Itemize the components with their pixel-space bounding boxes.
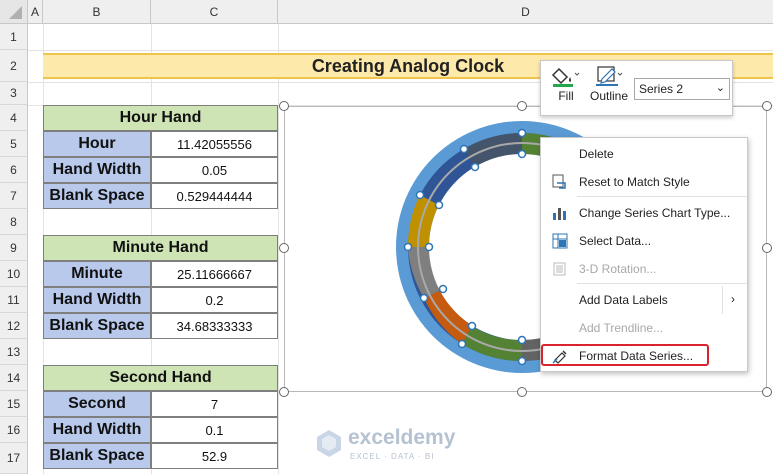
menu-item-change-chart-type[interactable]: Change Series Chart Type... — [541, 199, 747, 227]
chart-type-icon — [551, 204, 569, 222]
menu-item-delete[interactable]: Delete — [541, 140, 747, 168]
resize-handle-bottom-right[interactable] — [762, 387, 772, 397]
row-header-6[interactable]: 6 — [0, 157, 28, 183]
menu-item-label: Reset to Match Style — [579, 175, 690, 189]
outline-label: Outline — [589, 89, 629, 103]
menu-item-add-trendline[interactable]: Add Trendline... — [541, 314, 747, 342]
chevron-right-icon: › — [731, 292, 735, 306]
row-header-12[interactable]: 12 — [0, 313, 28, 339]
row-header-14[interactable]: 14 — [0, 365, 28, 391]
exceldemy-watermark: exceldemy EXCEL · DATA · BI — [314, 426, 474, 466]
select-data-icon — [551, 232, 569, 250]
row-header-1[interactable]: 1 — [0, 24, 28, 50]
row-header-16[interactable]: 16 — [0, 417, 28, 443]
hour-value[interactable]: 11.42055556 — [151, 131, 278, 157]
format-data-series-highlight — [541, 344, 709, 366]
resize-handle-bottom-left[interactable] — [279, 387, 289, 397]
resize-handle-top-left[interactable] — [279, 101, 289, 111]
row-header-7[interactable]: 7 — [0, 183, 28, 209]
resize-handle-top[interactable] — [517, 101, 527, 111]
hour-hand-width-value[interactable]: 0.05 — [151, 157, 278, 183]
row-header-3[interactable]: 3 — [0, 82, 28, 105]
menu-item-label: Change Series Chart Type... — [579, 206, 731, 220]
menu-item-add-data-labels[interactable]: Add Data Labels › — [541, 286, 747, 314]
second-hand-width-value[interactable]: 0.1 — [151, 417, 278, 443]
menu-item-label: 3-D Rotation... — [579, 262, 657, 276]
menu-item-reset-style[interactable]: Reset to Match Style — [541, 168, 747, 196]
row-header-10[interactable]: 10 — [0, 261, 28, 287]
row-header-15[interactable]: 15 — [0, 391, 28, 417]
hour-hand-header[interactable]: Hour Hand — [43, 105, 278, 131]
row-header-4[interactable]: 4 — [0, 105, 28, 131]
second-blank-space-value[interactable]: 52.9 — [151, 443, 278, 469]
3d-rotation-icon — [551, 260, 569, 278]
minute-value[interactable]: 25.11666667 — [151, 261, 278, 287]
row-header-11[interactable]: 11 — [0, 287, 28, 313]
row-header-17[interactable]: 17 — [0, 443, 28, 474]
row-header-13[interactable]: 13 — [0, 339, 28, 365]
mini-toolbar: Fill Outline Series 2 ⌄ — [540, 60, 733, 116]
gridline — [28, 50, 773, 51]
resize-handle-bottom[interactable] — [517, 387, 527, 397]
menu-item-label: Select Data... — [579, 234, 652, 248]
row-header-2[interactable]: 2 — [0, 50, 28, 82]
menu-item-label: Add Data Labels — [579, 293, 668, 307]
fill-button[interactable]: Fill — [549, 65, 583, 113]
minute-blank-space-label[interactable]: Blank Space — [43, 313, 151, 339]
resize-handle-left[interactable] — [279, 243, 289, 253]
menu-separator — [577, 196, 747, 197]
row-header-9[interactable]: 9 — [0, 235, 28, 261]
chevron-down-icon: ⌄ — [715, 82, 725, 94]
series-dropdown-value: Series 2 — [639, 82, 684, 96]
minute-hand-width-value[interactable]: 0.2 — [151, 287, 278, 313]
column-header-b[interactable]: B — [43, 0, 151, 24]
resize-handle-top-right[interactable] — [762, 101, 772, 111]
row-header-8[interactable]: 8 — [0, 209, 28, 235]
submenu-divider — [722, 286, 723, 314]
minute-label[interactable]: Minute — [43, 261, 151, 287]
hour-blank-space-value[interactable]: 0.529444444 — [151, 183, 278, 209]
second-value[interactable]: 7 — [151, 391, 278, 417]
pen-outline-icon — [596, 66, 623, 86]
column-header-d[interactable]: D — [278, 0, 773, 24]
menu-item-label: Delete — [579, 147, 614, 161]
second-label[interactable]: Second — [43, 391, 151, 417]
menu-item-3d-rotation[interactable]: 3-D Rotation... — [541, 255, 747, 283]
hour-blank-space-label[interactable]: Blank Space — [43, 183, 151, 209]
menu-item-select-data[interactable]: Select Data... — [541, 227, 747, 255]
hour-hand-width-label[interactable]: Hand Width — [43, 157, 151, 183]
reset-style-icon — [551, 173, 569, 191]
column-header-c[interactable]: C — [151, 0, 278, 24]
select-all-corner[interactable] — [0, 0, 28, 24]
context-menu: Delete Reset to Match Style Change Serie… — [540, 137, 748, 372]
watermark-brand: exceldemy — [348, 426, 456, 449]
fill-label: Fill — [558, 89, 574, 103]
outline-button[interactable]: Outline — [587, 65, 631, 113]
menu-item-label: Add Trendline... — [579, 321, 664, 335]
second-blank-space-label[interactable]: Blank Space — [43, 443, 151, 469]
resize-handle-right[interactable] — [762, 243, 772, 253]
row-header-5[interactable]: 5 — [0, 131, 28, 157]
series-dropdown[interactable]: Series 2 ⌄ — [634, 78, 730, 100]
watermark-tagline: EXCEL · DATA · BI — [350, 452, 435, 461]
second-hand-header[interactable]: Second Hand — [43, 365, 278, 391]
hour-label[interactable]: Hour — [43, 131, 151, 157]
second-hand-width-label[interactable]: Hand Width — [43, 417, 151, 443]
column-header-a[interactable]: A — [28, 0, 43, 24]
paint-bucket-icon — [551, 67, 580, 87]
minute-blank-space-value[interactable]: 34.68333333 — [151, 313, 278, 339]
minute-hand-header[interactable]: Minute Hand — [43, 235, 278, 261]
menu-separator — [577, 283, 747, 284]
minute-hand-width-label[interactable]: Hand Width — [43, 287, 151, 313]
exceldemy-logo-icon — [317, 430, 341, 457]
